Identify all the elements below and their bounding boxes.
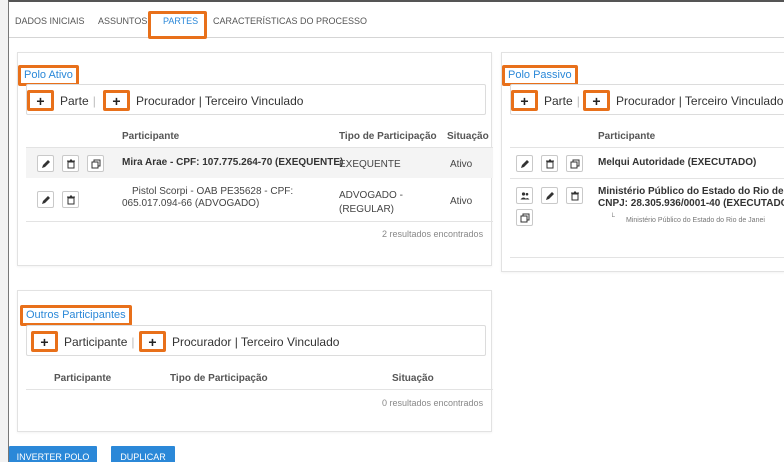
tipo-value: EXEQUENTE — [339, 159, 401, 170]
pencil-icon — [41, 195, 50, 204]
procurador-label: Procurador | Terceiro Vinculado — [616, 93, 784, 108]
trash-icon — [545, 159, 554, 168]
add-parte-button[interactable]: + — [27, 90, 54, 111]
sub-participante: Ministério Público do Estado do Rio de J… — [626, 217, 765, 224]
copy-icon — [520, 213, 529, 222]
tab-dados-iniciais[interactable]: DADOS INICIAIS — [15, 16, 85, 26]
outros-toolbar: + Participante | + Procurador | Terceiro… — [26, 325, 486, 356]
delete-button[interactable] — [62, 191, 79, 208]
edit-button[interactable] — [37, 155, 54, 172]
situacao-value: Ativo — [450, 159, 473, 170]
manage-users-button[interactable] — [516, 187, 533, 204]
polo-ativo-toolbar: + Parte | + Procurador | Terceiro Vincul… — [26, 84, 486, 115]
col-participante: Participante — [122, 131, 180, 142]
result-count: 2 resultados encontrados — [382, 229, 484, 239]
add-procurador-button[interactable]: + — [103, 90, 130, 111]
participante-cnpj: CNPJ: 28.305.936/0001-40 (EXECUTADO) — [598, 198, 784, 209]
polo-ativo-panel: Polo Ativo + Parte | + Procurador | Terc… — [17, 52, 493, 266]
pencil-icon — [545, 191, 554, 200]
participante-name-line2: 065.017.094-66 (ADVOGADO) — [122, 198, 260, 209]
participante-name: Mira Arae - CPF: 107.775.264-70 (EXEQUEN… — [122, 157, 344, 168]
polo-ativo-title: Polo Ativo — [18, 65, 79, 86]
tab-assuntos[interactable]: ASSUNTOS — [98, 16, 147, 26]
trash-icon — [66, 195, 75, 204]
add-parte: + Parte | — [27, 85, 100, 116]
edit-button[interactable] — [37, 191, 54, 208]
copy-button[interactable] — [566, 155, 583, 172]
col-participante: Participante — [598, 131, 656, 142]
polo-passivo-toolbar: + Parte | + Procurador | Terceiro Vincul… — [510, 84, 784, 115]
col-tipo: Tipo de Participação — [170, 373, 268, 384]
result-count: 0 resultados encontrados — [382, 398, 484, 408]
add-procurador: + Procurador | Terceiro Vinculado — [583, 85, 783, 116]
edit-button[interactable] — [541, 187, 558, 204]
copy-button[interactable] — [87, 155, 104, 172]
col-situacao: Situação — [447, 131, 489, 142]
tree-connector: └ — [610, 214, 615, 221]
delete-button[interactable] — [566, 187, 583, 204]
delete-button[interactable] — [541, 155, 558, 172]
delete-button[interactable] — [62, 155, 79, 172]
situacao-value: Ativo — [450, 196, 473, 207]
add-procurador: + Procurador | Terceiro Vinculado — [139, 326, 339, 357]
trash-icon — [570, 191, 579, 200]
col-tipo: Tipo de Participação — [339, 131, 437, 142]
parte-label: Parte — [544, 93, 573, 108]
tab-highlight — [148, 11, 207, 39]
copy-icon — [91, 159, 100, 168]
trash-icon — [66, 159, 75, 168]
add-participante-button[interactable]: + — [31, 331, 58, 352]
add-procurador-button[interactable]: + — [139, 331, 166, 352]
col-situacao: Situação — [392, 373, 434, 384]
tab-caracteristicas[interactable]: CARACTERÍSTICAS DO PROCESSO — [213, 16, 367, 26]
procurador-label: Procurador | Terceiro Vinculado — [172, 334, 340, 349]
edit-button[interactable] — [516, 155, 533, 172]
add-procurador: + Procurador | Terceiro Vinculado — [103, 85, 303, 116]
participante-name: Ministério Público do Estado do Rio de J… — [598, 186, 784, 197]
col-participante: Participante — [54, 373, 112, 384]
tab-bar: DADOS INICIAIS ASSUNTOS PARTES CARACTERÍ… — [9, 2, 784, 38]
inverter-polo-button[interactable]: INVERTER POLO — [9, 446, 97, 462]
pencil-icon — [41, 159, 50, 168]
outros-title: Outros Participantes — [20, 305, 132, 326]
tipo-value: ADVOGADO - — [339, 190, 403, 201]
add-participante: + Participante | — [31, 326, 139, 357]
participante-name: Pistol Scorpi - OAB PE35628 - CPF: — [132, 186, 294, 197]
copy-button[interactable] — [516, 209, 533, 226]
add-parte: + Parte | — [511, 85, 584, 116]
participante-label: Participante — [64, 334, 128, 349]
pencil-icon — [520, 159, 529, 168]
polo-passivo-title: Polo Passivo — [502, 65, 578, 86]
participante-name: Melqui Autoridade (EXECUTADO) — [598, 157, 757, 168]
outros-participantes-panel: Outros Participantes + Participante | + … — [17, 290, 493, 432]
duplicar-button[interactable]: DUPLICAR — [111, 446, 175, 462]
app-frame: DADOS INICIAIS ASSUNTOS PARTES CARACTERÍ… — [8, 0, 784, 462]
tipo-value-line2: (REGULAR) — [339, 204, 395, 215]
users-icon — [520, 191, 529, 199]
copy-icon — [570, 159, 579, 168]
add-parte-button[interactable]: + — [511, 90, 538, 111]
polo-passivo-panel: Polo Passivo + Parte | + Procurador | Te… — [501, 52, 784, 272]
parte-label: Parte — [60, 93, 89, 108]
procurador-label: Procurador | Terceiro Vinculado — [136, 93, 304, 108]
add-procurador-button[interactable]: + — [583, 90, 610, 111]
